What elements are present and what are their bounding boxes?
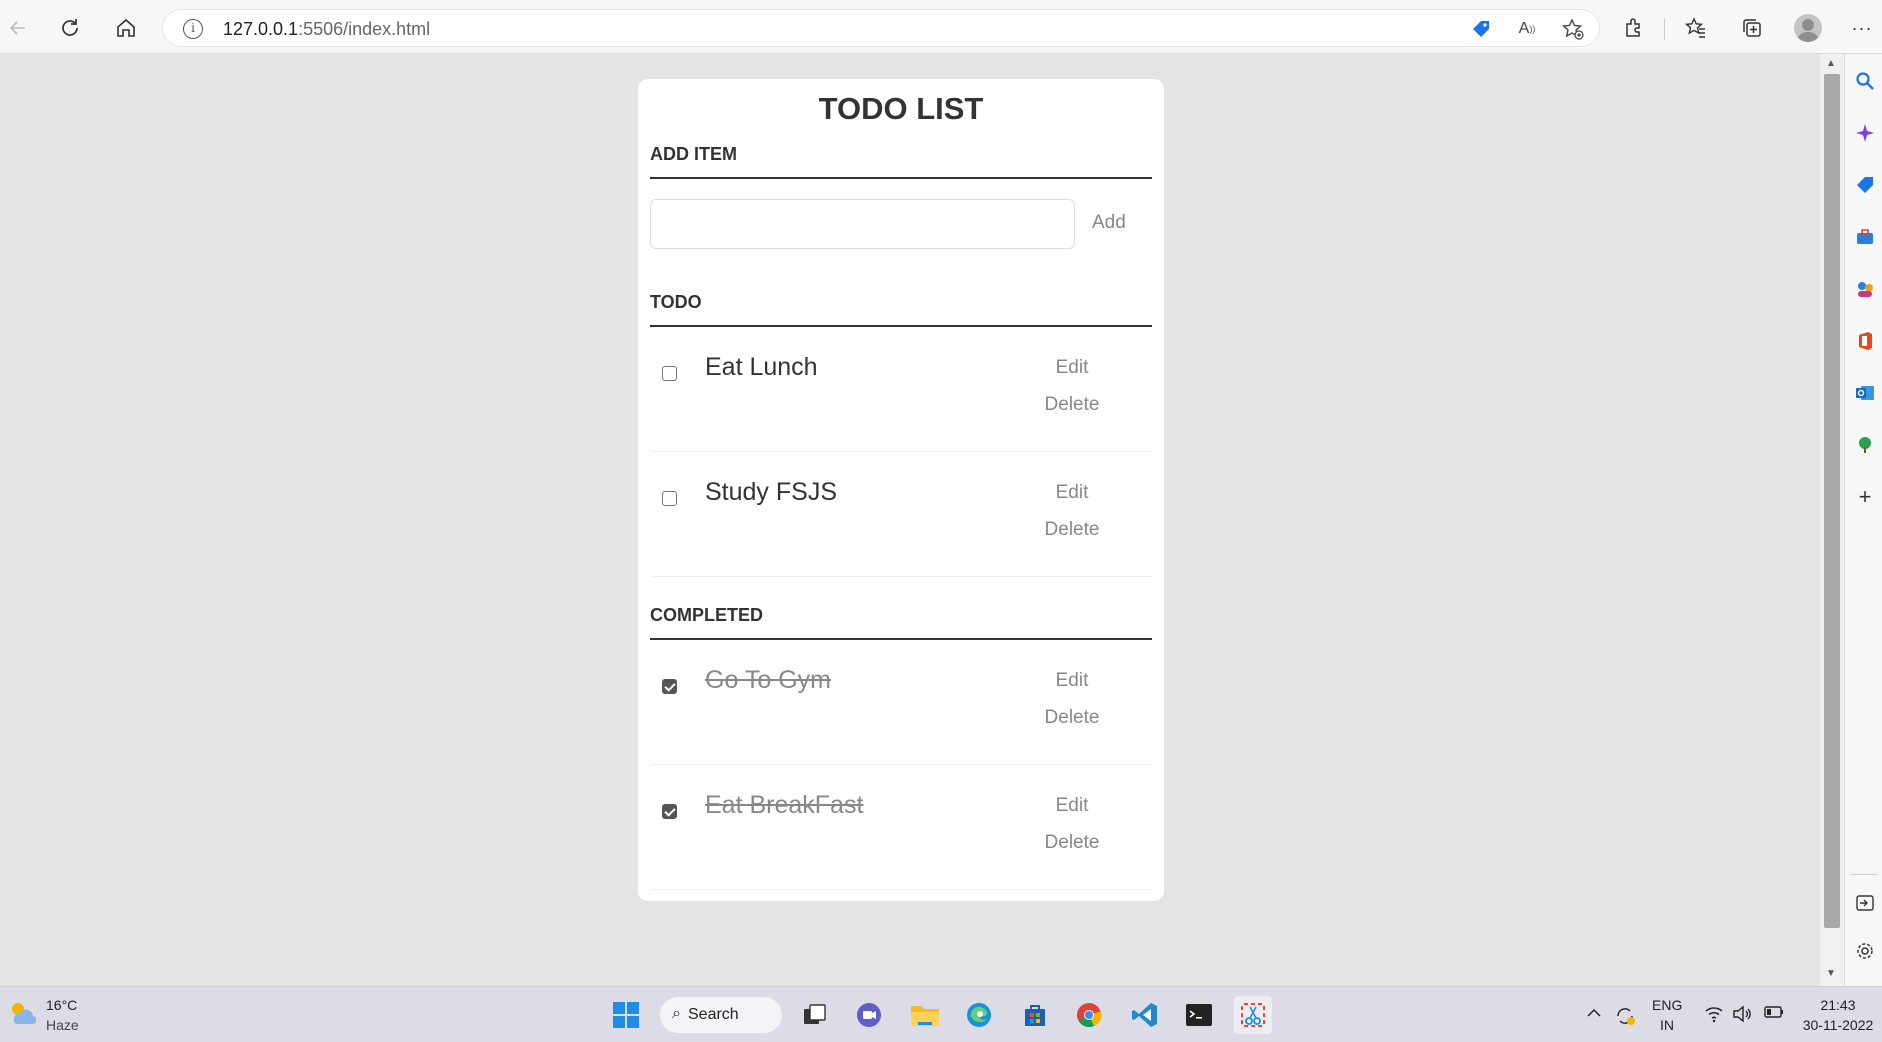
todo-checkbox[interactable] [662, 491, 677, 506]
weather-description: Haze [46, 1017, 79, 1033]
file-explorer-icon[interactable] [906, 996, 944, 1034]
weather-temperature: 16°C [46, 997, 78, 1013]
scroll-thumb[interactable] [1824, 74, 1840, 928]
refresh-icon[interactable] [54, 12, 86, 44]
sparkle-icon[interactable] [1854, 122, 1876, 144]
back-arrow-icon[interactable] [2, 12, 34, 44]
scroll-up-arrow-icon[interactable]: ▲ [1826, 58, 1836, 69]
settings-gear-icon[interactable] [1854, 940, 1876, 962]
edit-button[interactable]: Edit [1022, 670, 1122, 692]
sidebar-divider [1851, 874, 1877, 875]
delete-button[interactable]: Delete [1022, 519, 1122, 541]
page-title: TODO LIST [818, 91, 984, 126]
home-icon[interactable] [110, 12, 142, 44]
completed-item-label: Go To Gym [705, 666, 831, 694]
page-scrollbar[interactable]: ▲ ▼ [1820, 54, 1844, 986]
todo-heading: TODO [650, 279, 1152, 327]
more-options-icon[interactable]: ··· [1846, 12, 1878, 44]
add-item-row: Add [650, 179, 1152, 279]
delete-button[interactable]: Delete [1022, 707, 1122, 729]
todo-item-label: Study FSJS [705, 478, 837, 506]
wifi-icon[interactable] [1704, 1005, 1724, 1028]
taskbar-search-label: Search [688, 1006, 739, 1023]
extensions-puzzle-icon[interactable] [1618, 12, 1650, 44]
todo-card: TODO LIST ADD ITEM Add TODO Eat Lunch Ed… [638, 79, 1164, 901]
add-plus-icon[interactable]: + [1854, 484, 1876, 509]
shopping-tag-icon[interactable] [1469, 17, 1493, 41]
favorites-icon[interactable] [1680, 12, 1712, 44]
browser-toolbar: i 127.0.0.1:5506/index.html A)) ··· [0, 0, 1882, 54]
todo-checkbox[interactable] [662, 366, 677, 381]
completed-checkbox[interactable] [662, 679, 677, 694]
todo-item-label: Eat Lunch [705, 353, 818, 381]
delete-button[interactable]: Delete [1022, 832, 1122, 854]
chrome-icon[interactable] [1070, 996, 1108, 1034]
address-bar[interactable]: i 127.0.0.1:5506/index.html A)) [162, 9, 1600, 47]
completed-item: Go To Gym Edit Delete [650, 640, 1152, 765]
task-view-icon[interactable] [796, 996, 834, 1034]
profile-avatar[interactable] [1794, 14, 1822, 42]
teams-chat-icon[interactable] [850, 996, 888, 1034]
todo-item: Study FSJS Edit Delete [650, 452, 1152, 577]
office-icon[interactable] [1854, 330, 1876, 352]
edge-browser-icon[interactable] [960, 996, 998, 1034]
clock-time[interactable]: 21:43 [1798, 997, 1878, 1013]
tools-briefcase-icon[interactable] [1854, 226, 1876, 248]
completed-heading: COMPLETED [650, 592, 1152, 640]
vscode-icon[interactable] [1126, 996, 1164, 1034]
weather-haze-icon[interactable] [8, 999, 37, 1027]
windows-start-icon[interactable] [607, 996, 645, 1034]
completed-list: Go To Gym Edit Delete Eat BreakFast Edit… [650, 640, 1152, 890]
todo-list: Eat Lunch Edit Delete Study FSJS Edit De… [650, 327, 1152, 577]
terminal-icon[interactable] [1180, 996, 1218, 1034]
snipping-tool-icon[interactable] [1234, 996, 1272, 1034]
completed-item-label: Eat BreakFast [705, 791, 864, 819]
microsoft-store-icon[interactable] [1016, 996, 1054, 1034]
language-code[interactable]: ENG [1652, 997, 1682, 1013]
tree-icon[interactable] [1854, 434, 1876, 456]
chevron-up-icon[interactable] [1586, 1005, 1602, 1026]
delete-button[interactable]: Delete [1022, 394, 1122, 416]
site-info-icon[interactable]: i [183, 19, 203, 39]
games-icon[interactable] [1854, 278, 1876, 300]
outlook-icon[interactable] [1854, 382, 1876, 404]
shopping-tag-icon[interactable] [1854, 174, 1876, 196]
battery-icon[interactable] [1764, 1005, 1784, 1024]
clock-date[interactable]: 30-11-2022 [1798, 1017, 1878, 1033]
edit-button[interactable]: Edit [1022, 795, 1122, 817]
new-item-input[interactable] [650, 199, 1075, 249]
search-icon[interactable] [1854, 70, 1876, 92]
add-item-heading: ADD ITEM [650, 131, 1152, 179]
add-button[interactable]: Add [1092, 212, 1126, 234]
toolbar-divider [1664, 18, 1665, 40]
hide-sidebar-icon[interactable] [1854, 892, 1876, 914]
completed-item: Eat BreakFast Edit Delete [650, 765, 1152, 890]
sync-icon[interactable] [1614, 1005, 1636, 1032]
add-favorite-star-icon[interactable] [1561, 17, 1585, 41]
windows-taskbar: 16°C Haze ⌕ Search ENG IN 21:43 30-11-20… [0, 986, 1882, 1042]
taskbar-search[interactable]: ⌕ Search [660, 997, 782, 1033]
search-icon: ⌕ [672, 1005, 681, 1022]
todo-item: Eat Lunch Edit Delete [650, 327, 1152, 452]
edit-button[interactable]: Edit [1022, 482, 1122, 504]
edit-button[interactable]: Edit [1022, 357, 1122, 379]
read-aloud-icon[interactable]: A)) [1515, 17, 1539, 41]
url-text: 127.0.0.1:5506/index.html [223, 19, 431, 39]
volume-icon[interactable] [1732, 1005, 1752, 1028]
completed-checkbox[interactable] [662, 804, 677, 819]
collections-icon[interactable] [1736, 12, 1768, 44]
language-region[interactable]: IN [1652, 1017, 1682, 1033]
scroll-down-arrow-icon[interactable]: ▼ [1826, 968, 1836, 979]
edge-sidebar: + [1844, 54, 1882, 986]
